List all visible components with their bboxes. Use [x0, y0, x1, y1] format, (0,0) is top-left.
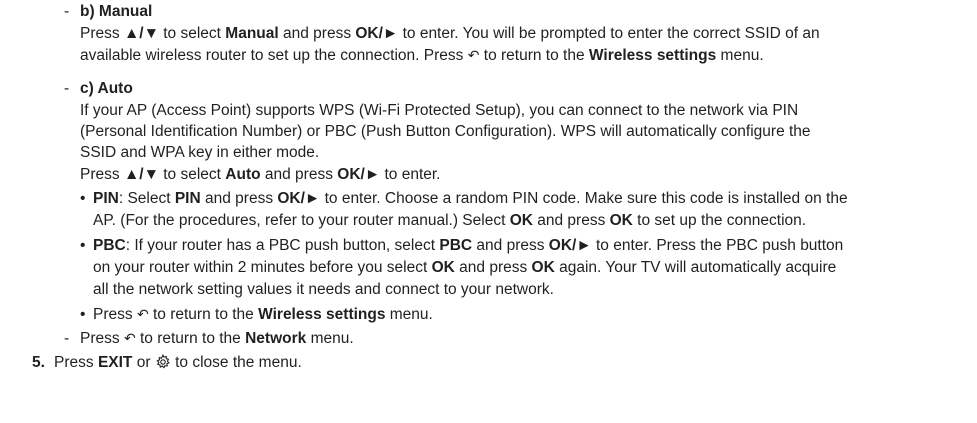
dash-marker: -: [64, 330, 70, 347]
dash-marker: -: [64, 80, 70, 97]
manual-instruction-line-2: available wireless router to set up the …: [80, 47, 764, 64]
auto-paragraph-line-1: If your AP (Access Point) supports WPS (…: [80, 102, 799, 119]
settings-gear-icon: [155, 354, 171, 376]
ok-right-arrow-icon: OK/►: [277, 190, 321, 207]
pbc-bullet-line-2: on your router within 2 minutes before y…: [93, 259, 837, 276]
bullet-marker: •: [80, 306, 86, 323]
pbc-bullet-line-3: all the network setting values it needs …: [93, 281, 554, 298]
pin-bullet-line-1: PIN: Select PIN and press OK/► to enter.…: [93, 190, 848, 207]
auto-paragraph-line-3: SSID and WPA key in either mode.: [80, 144, 320, 161]
pin-bullet-line-2: AP. (For the procedures, refer to your r…: [93, 212, 807, 229]
up-down-arrows-icon: ▲/▼: [123, 25, 159, 42]
up-down-arrows-icon: ▲/▼: [123, 166, 159, 183]
return-arrow-icon: ↶: [136, 307, 149, 323]
return-arrow-icon: ↶: [123, 331, 136, 347]
ok-right-arrow-icon: OK/►: [355, 25, 399, 42]
return-arrow-icon: ↶: [467, 48, 480, 64]
step-number: 5.: [32, 354, 45, 371]
auto-heading: c) Auto: [80, 80, 133, 97]
ok-right-arrow-icon: OK/►: [548, 237, 592, 254]
ok-right-arrow-icon: OK/►: [337, 166, 381, 183]
manual-heading: b) Manual: [80, 3, 153, 20]
pbc-bullet-line-1: PBC: If your router has a PBC push butto…: [93, 237, 844, 254]
auto-paragraph-line-2: (Personal Identification Number) or PBC …: [80, 123, 811, 140]
wireless-return-bullet: Press ↶ to return to the Wireless settin…: [93, 306, 433, 323]
dash-marker: -: [64, 3, 70, 20]
bullet-marker: •: [80, 237, 86, 254]
manual-page: - b) Manual Press ▲/▼ to select Manual a…: [0, 0, 977, 423]
auto-instruction: Press ▲/▼ to select Auto and press OK/► …: [80, 166, 441, 183]
bullet-marker: •: [80, 190, 86, 207]
network-return-line: Press ↶ to return to the Network menu.: [80, 330, 354, 347]
step5-line: Press EXIT or to close the menu.: [54, 353, 302, 376]
manual-instruction-line-1: Press ▲/▼ to select Manual and press OK/…: [80, 25, 820, 42]
